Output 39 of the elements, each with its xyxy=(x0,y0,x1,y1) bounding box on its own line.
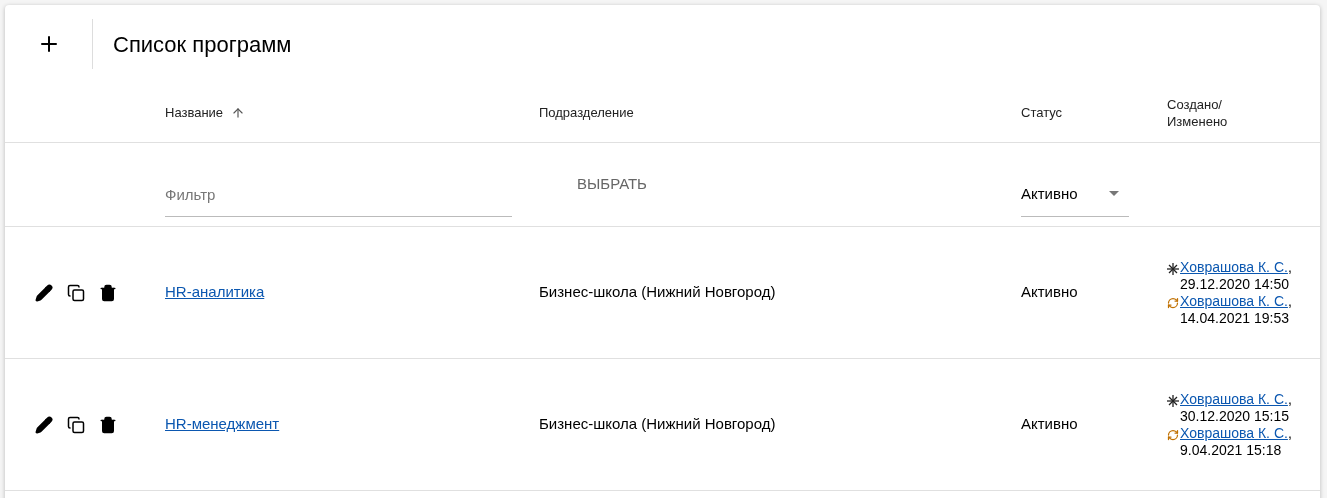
history-entry: Ховрашова К. С., 30.12.2020 15:15 xyxy=(1180,390,1293,425)
author-link[interactable]: Ховрашова К. С. xyxy=(1180,292,1288,309)
trash-icon xyxy=(99,283,117,302)
column-header[interactable]: Создано/ Изменено xyxy=(1167,95,1247,130)
refresh-icon xyxy=(1167,296,1179,309)
page-title: Список программ xyxy=(113,30,292,59)
copy-button[interactable] xyxy=(67,283,85,302)
dropdown-caret-icon xyxy=(1109,190,1119,196)
author-link[interactable]: Ховрашова К. С. xyxy=(1180,258,1288,275)
trash-icon xyxy=(99,415,117,434)
author-link[interactable]: Ховрашова К. С. xyxy=(1180,390,1288,407)
copy-icon xyxy=(67,283,85,302)
edit-button[interactable] xyxy=(35,415,53,434)
copy-icon xyxy=(67,415,85,434)
select-button[interactable]: ВЫБРАТЬ xyxy=(563,166,661,203)
department-text: Бизнес-школа (Нижний Новгород) xyxy=(539,415,776,433)
pencil-icon xyxy=(35,283,53,302)
status-text: Активно xyxy=(1021,283,1078,301)
history-entry: Ховрашова К. С., 9.04.2021 15:18 xyxy=(1180,424,1293,459)
program-link[interactable]: HR-менеджмент xyxy=(165,415,280,433)
delete-button[interactable] xyxy=(99,415,117,434)
delete-button[interactable] xyxy=(99,283,117,302)
pencil-icon xyxy=(35,415,53,434)
sparkle-icon xyxy=(1167,262,1179,275)
history-entry: Ховрашова К. С., 29.12.2020 14:50 xyxy=(1180,258,1293,293)
filter-field[interactable]: Фильтр xyxy=(165,172,512,217)
column-header[interactable]: Название xyxy=(165,102,224,123)
column-header[interactable]: Статус xyxy=(1021,102,1063,123)
author-link[interactable]: Ховрашова К. С. xyxy=(1180,424,1288,441)
program-link[interactable]: HR-аналитика xyxy=(165,283,265,301)
column-header[interactable]: Подразделение xyxy=(539,102,634,123)
status-text: Активно xyxy=(1021,415,1078,433)
copy-button[interactable] xyxy=(67,415,85,434)
refresh-icon xyxy=(1167,428,1179,441)
department-text: Бизнес-школа (Нижний Новгород) xyxy=(539,283,776,301)
edit-button[interactable] xyxy=(35,283,53,302)
sparkle-icon xyxy=(1167,394,1179,407)
history-entry: Ховрашова К. С., 14.04.2021 19:53 xyxy=(1180,292,1293,327)
status-select[interactable]: Активно xyxy=(1021,172,1129,217)
